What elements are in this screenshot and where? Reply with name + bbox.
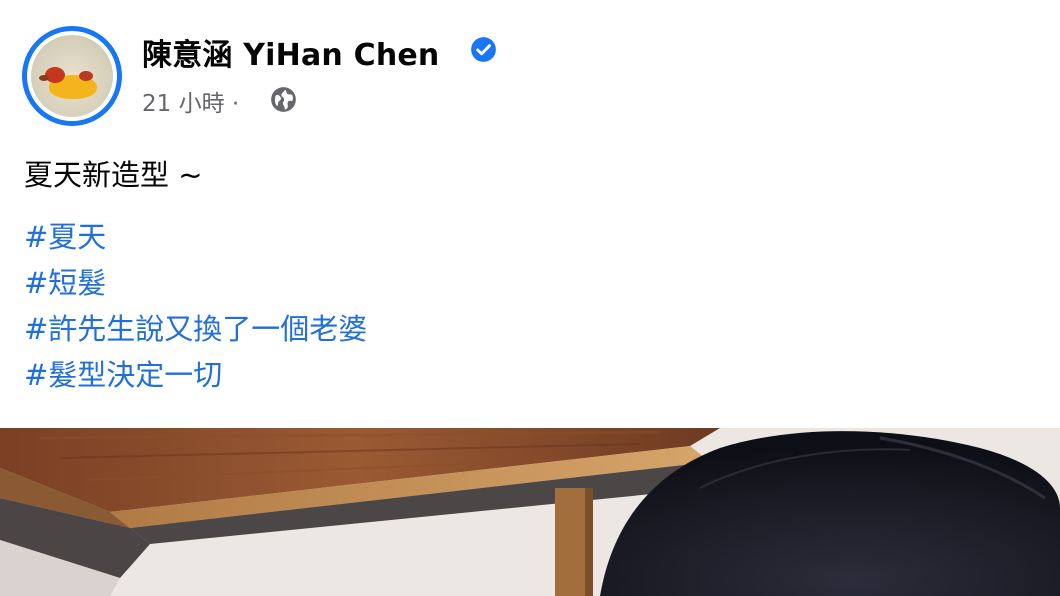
hashtag-list: #夏天 #短髮 #許先生說又換了一個老婆 #髮型決定一切 — [24, 214, 367, 398]
post-header: 陳意涵 YiHan Chen 21 小時 · — [0, 0, 1060, 130]
post-meta: 21 小時 · — [142, 84, 239, 118]
meta-separator: · — [231, 91, 240, 117]
globe-icon[interactable] — [270, 86, 297, 113]
hashtag-link[interactable]: #夏天 — [24, 214, 367, 260]
hashtag-link[interactable]: #許先生說又換了一個老婆 — [24, 306, 367, 352]
verified-badge-icon — [471, 37, 496, 62]
photo-image — [0, 428, 1060, 596]
post-timestamp-link[interactable]: 21 小時 — [142, 91, 225, 117]
author-name-link[interactable]: 陳意涵 YiHan Chen — [142, 30, 439, 74]
post-text: 夏天新造型 ~ — [24, 158, 203, 192]
hashtag-link[interactable]: #髮型決定一切 — [24, 352, 367, 398]
avatar-image — [31, 35, 113, 117]
hashtag-link[interactable]: #短髮 — [24, 260, 367, 306]
post-photo[interactable] — [0, 428, 1060, 596]
author-avatar[interactable] — [22, 26, 122, 126]
